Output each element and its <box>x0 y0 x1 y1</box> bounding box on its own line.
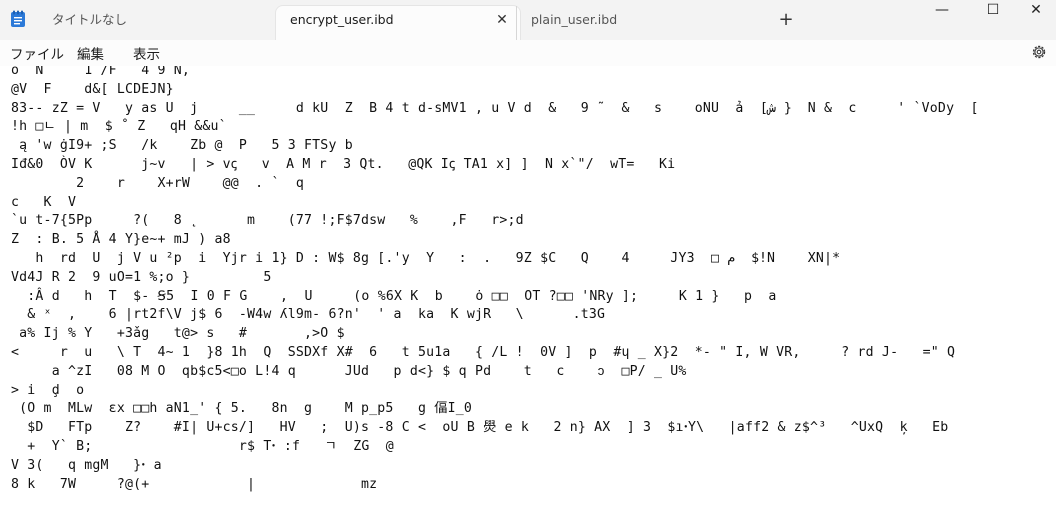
notepad-icon <box>11 10 25 27</box>
editor-line: + Y` B; r$ Tꞏ :f ㄱ ZG @ <box>11 439 403 454</box>
editor-line: 8 k 7W ?@(+ | mz <box>11 476 402 492</box>
editor-line: @V F d&[ LCDEJN} <box>11 81 174 97</box>
editor-line: a ^zI 08 M O qb$c5<□o L!4 q JUd p d<} $ … <box>11 363 687 379</box>
title-bar: タイトルなし encrypt_user.ibd ✕ plain_user.ibd… <box>0 0 1056 40</box>
editor-line: ą 'w ġI9+ ;S /k Zb @ P 5 3 FTSy b <box>11 138 353 154</box>
tab-label: plain_user.ibd <box>531 12 618 27</box>
menu-edit[interactable]: 編集 <box>77 43 104 63</box>
editor-line: o N 1 /F 4 9 N, <box>11 66 191 78</box>
menu-bar: ファイル 編集 表示 <box>0 40 1056 66</box>
tab-label: タイトルなし <box>52 12 128 27</box>
editor-line: h rd U j V u ²p i Yjr i 1} D : W$ 8g [.'… <box>11 251 841 266</box>
editor-line: > i ḑ o <box>11 382 85 398</box>
editor-line: c K V <box>11 194 77 210</box>
editor-line: a% Ij % Y +3ǎg t@> s # ,>O $ <box>11 326 345 342</box>
editor-line: 2 r X+rW @@ . ` q <box>11 175 305 191</box>
editor-line: !h □ㄴ | m $ ˚ Z qH &&u` <box>11 119 227 135</box>
tab-encrypt-user[interactable]: encrypt_user.ibd ✕ <box>276 6 520 40</box>
menu-view[interactable]: 表示 <box>133 43 160 63</box>
editor-line: (O m MLw ɛx □□h aN1_' { 5. 8n g M p_p5 g… <box>11 401 473 417</box>
editor-line: V 3( q mgM }ꞏ a <box>11 457 162 473</box>
editor-line: $D FTp Z? #I| U+cs/] HV ; U)s -8 C < oU … <box>11 420 949 436</box>
tab-untitled[interactable]: タイトルなし <box>38 6 268 40</box>
gear-icon[interactable] <box>1030 43 1048 61</box>
menu-file[interactable]: ファイル <box>10 43 64 63</box>
editor-line: Iđ&0 ÒV K j~v | > vꞔ v A M r 3 Qt. @QK I… <box>11 157 676 172</box>
window-close-icon[interactable]: ✕ <box>1014 0 1056 22</box>
tab-plain-user[interactable]: plain_user.ibd <box>516 6 760 40</box>
close-icon[interactable]: ✕ <box>492 10 512 30</box>
minimize-icon[interactable]: — <box>920 0 964 22</box>
plus-icon[interactable]: + <box>776 10 796 30</box>
editor-line: & ˣ , 6 |rt2f\V j$ 6 -W4w ʎl9m- 6?nꞌ ' a… <box>11 307 614 323</box>
editor-line: Z : B. 5 Å 4 Y}e~+ mJ ) a8 <box>11 232 231 248</box>
editor-line: `u t-7{5Pp ?( 8 ˛ m (77 !;F$7dsw % ,F r>… <box>11 213 524 229</box>
tab-label: encrypt_user.ibd <box>290 12 394 27</box>
editor-line: 83-- zZ = V y as U j __ d kU Z B 4 t d-s… <box>11 100 979 116</box>
editor-line: :Â d h T $- Ꞩ5 I 0 F G , U (o %6X K b ȯ … <box>11 288 777 304</box>
maximize-icon[interactable]: ☐ <box>971 0 1015 22</box>
editor-line: < r u \ T 4~ 1 }8 1h Q SSDXf X# 6 t 5u1a… <box>11 345 956 360</box>
editor-line: Vd4J R 2 9 uO=1 %;o } 5 <box>11 269 272 285</box>
text-editor[interactable]: o N 1 /F 4 9 N, @V F d&[ LCDEJN} 83-- zZ =… <box>0 66 1056 515</box>
